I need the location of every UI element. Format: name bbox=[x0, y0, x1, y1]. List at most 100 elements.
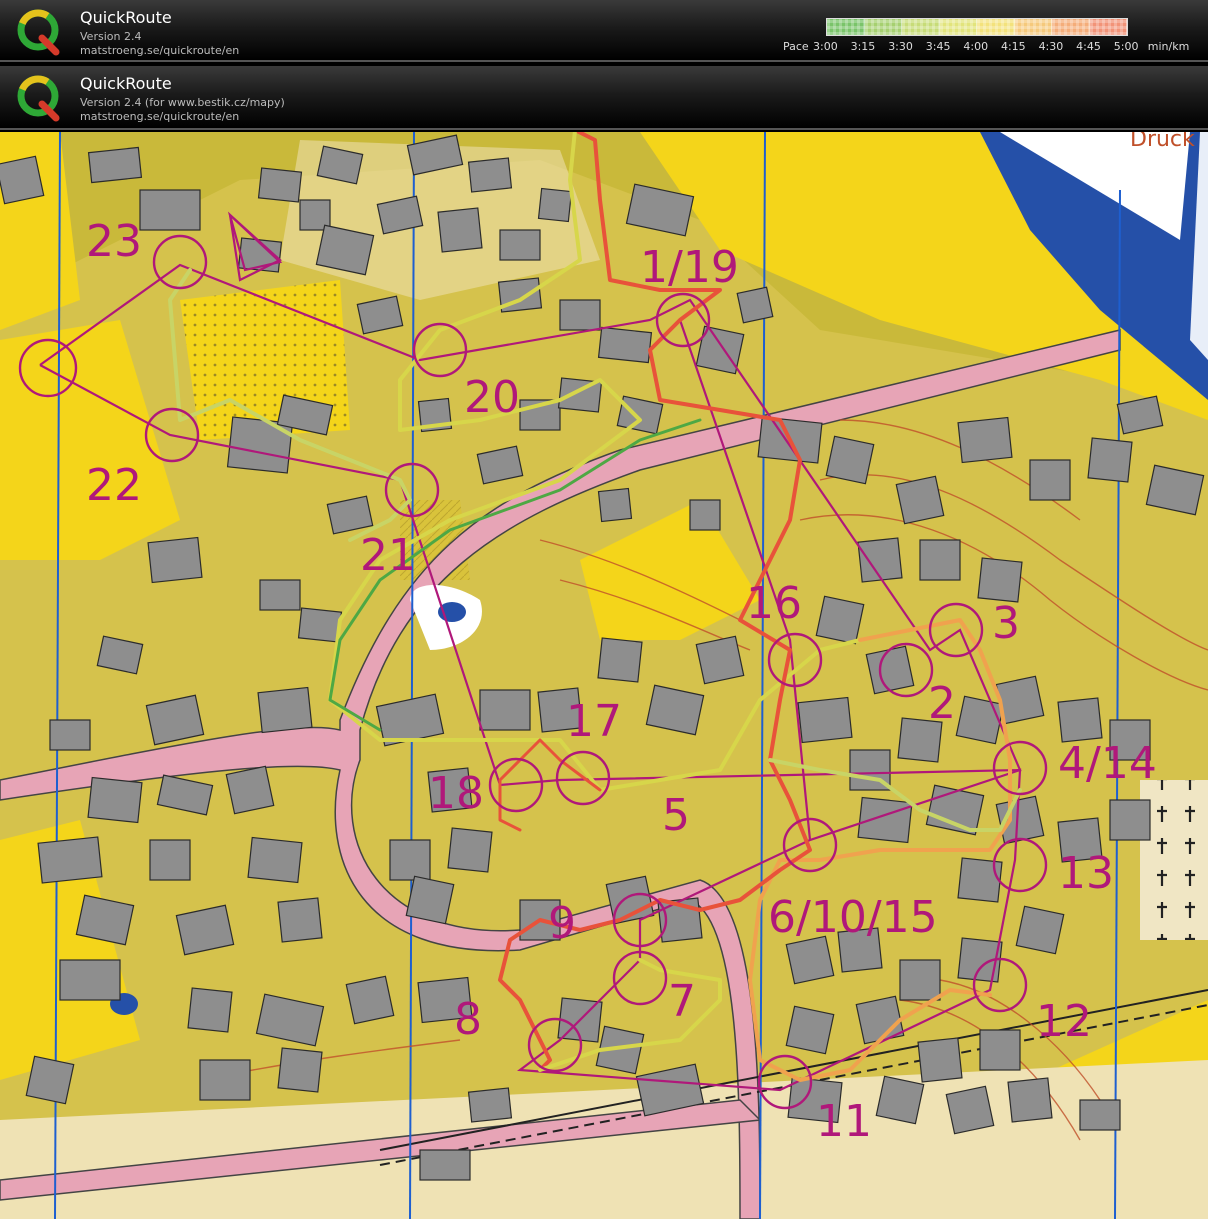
control-label-16: 16 bbox=[746, 578, 802, 629]
map-canvas[interactable]: 1/19 2 3 4/14 5 6/10/15 7 8 9 11 12 13 1… bbox=[0, 132, 1208, 1219]
control-label-17: 17 bbox=[566, 696, 622, 747]
building bbox=[1029, 459, 1071, 501]
building bbox=[257, 686, 313, 734]
control-label-4-14: 4/14 bbox=[1058, 738, 1157, 789]
pace-scale-labels: Pace 3:00 3:15 3:30 3:45 4:00 4:15 4:30 4:45 5:00… bbox=[783, 40, 1198, 53]
building bbox=[1087, 437, 1133, 483]
building bbox=[597, 637, 643, 683]
control-label-11: 11 bbox=[816, 1096, 872, 1147]
pace-tick-label: 4:15 bbox=[1000, 40, 1026, 53]
building bbox=[437, 207, 483, 253]
pace-tick-label: 3:45 bbox=[925, 40, 951, 53]
building bbox=[957, 857, 1003, 903]
pace-scale-segment bbox=[1089, 19, 1127, 35]
building bbox=[199, 1059, 251, 1101]
building bbox=[855, 995, 905, 1045]
building bbox=[25, 1055, 75, 1105]
building bbox=[857, 796, 913, 844]
quickroute-header-primary: QuickRoute Version 2.4 matstroeng.se/qui… bbox=[0, 0, 1208, 62]
pace-scale-segment bbox=[902, 19, 940, 35]
building bbox=[689, 499, 721, 531]
control-label-8: 8 bbox=[454, 994, 482, 1045]
control-label-23: 23 bbox=[86, 216, 142, 267]
control-label-21: 21 bbox=[360, 530, 416, 581]
app-version: Version 2.4 bbox=[80, 30, 142, 43]
quickroute-header-secondary: QuickRoute Version 2.4 (for www.bestik.c… bbox=[0, 66, 1208, 130]
building bbox=[467, 1087, 513, 1123]
pace-scale-segment bbox=[1014, 19, 1052, 35]
building bbox=[1015, 905, 1065, 955]
pace-tick-label: 4:45 bbox=[1076, 40, 1101, 53]
building bbox=[785, 935, 835, 985]
app-title: QuickRoute bbox=[80, 74, 172, 93]
building bbox=[736, 286, 774, 324]
building bbox=[187, 987, 233, 1033]
pace-tick-label: 3:00 bbox=[813, 40, 838, 53]
building bbox=[479, 689, 531, 731]
app-url: matstroeng.se/quickroute/en bbox=[80, 44, 240, 57]
control-label-1-19: 1/19 bbox=[640, 242, 739, 293]
building bbox=[139, 189, 201, 231]
pace-color-scale bbox=[826, 18, 1128, 36]
pace-tick-label: 4:00 bbox=[963, 40, 989, 53]
building bbox=[955, 695, 1005, 745]
building bbox=[447, 827, 493, 873]
building bbox=[597, 487, 633, 523]
pace-prefix-label: Pace bbox=[783, 40, 809, 53]
building bbox=[899, 959, 941, 1001]
app-version: Version 2.4 (for www.bestik.cz/mapy) bbox=[80, 96, 285, 109]
app-title: QuickRoute bbox=[80, 8, 172, 27]
building bbox=[797, 696, 853, 744]
control-label-5: 5 bbox=[662, 790, 690, 841]
control-label-20: 20 bbox=[464, 372, 520, 423]
building bbox=[1007, 1077, 1053, 1123]
control-label-12: 12 bbox=[1036, 996, 1092, 1047]
building bbox=[59, 959, 121, 1001]
pace-scale-segment bbox=[977, 19, 1015, 35]
building bbox=[257, 167, 303, 203]
building bbox=[919, 539, 961, 581]
building bbox=[49, 719, 91, 751]
control-label-6-10-15: 6/10/15 bbox=[768, 892, 938, 943]
pace-tick-label: 3:15 bbox=[850, 40, 876, 53]
building bbox=[405, 875, 455, 925]
building bbox=[825, 435, 875, 485]
building bbox=[297, 607, 343, 643]
pace-tick-label: 5:00 bbox=[1113, 40, 1139, 53]
building bbox=[695, 635, 745, 685]
quickroute-logo-icon bbox=[17, 75, 60, 122]
building bbox=[559, 299, 601, 331]
building bbox=[277, 1047, 323, 1093]
control-label-2: 2 bbox=[928, 678, 956, 729]
building bbox=[979, 1029, 1021, 1071]
building bbox=[785, 1005, 835, 1055]
control-label-9: 9 bbox=[548, 898, 576, 949]
building bbox=[419, 1149, 471, 1181]
pace-scale-segment bbox=[827, 19, 865, 35]
pace-unit-label: min/km bbox=[1147, 40, 1190, 53]
building bbox=[225, 765, 275, 815]
app-url: matstroeng.se/quickroute/en bbox=[80, 110, 240, 123]
building bbox=[389, 839, 431, 881]
map-corner-text: Druck bbox=[1130, 132, 1195, 152]
building bbox=[597, 326, 653, 364]
building bbox=[1109, 799, 1151, 841]
pace-scale-segment bbox=[1052, 19, 1090, 35]
building bbox=[247, 836, 303, 884]
building bbox=[1057, 697, 1103, 743]
building bbox=[149, 839, 191, 881]
quickroute-logo-icon bbox=[17, 9, 60, 56]
pace-tick-label: 3:30 bbox=[888, 40, 913, 53]
control-label-22: 22 bbox=[86, 460, 142, 511]
control-label-7: 7 bbox=[668, 976, 696, 1027]
building bbox=[345, 975, 395, 1025]
pace-scale-segment bbox=[864, 19, 902, 35]
control-label-3: 3 bbox=[992, 598, 1020, 649]
control-label-18: 18 bbox=[428, 768, 484, 819]
pace-tick-label: 4:30 bbox=[1038, 40, 1064, 53]
building bbox=[0, 155, 45, 205]
building bbox=[87, 776, 143, 824]
building bbox=[147, 536, 203, 584]
building bbox=[977, 557, 1023, 603]
orienteering-map[interactable]: 1/19 2 3 4/14 5 6/10/15 7 8 9 11 12 13 1… bbox=[0, 132, 1208, 1219]
